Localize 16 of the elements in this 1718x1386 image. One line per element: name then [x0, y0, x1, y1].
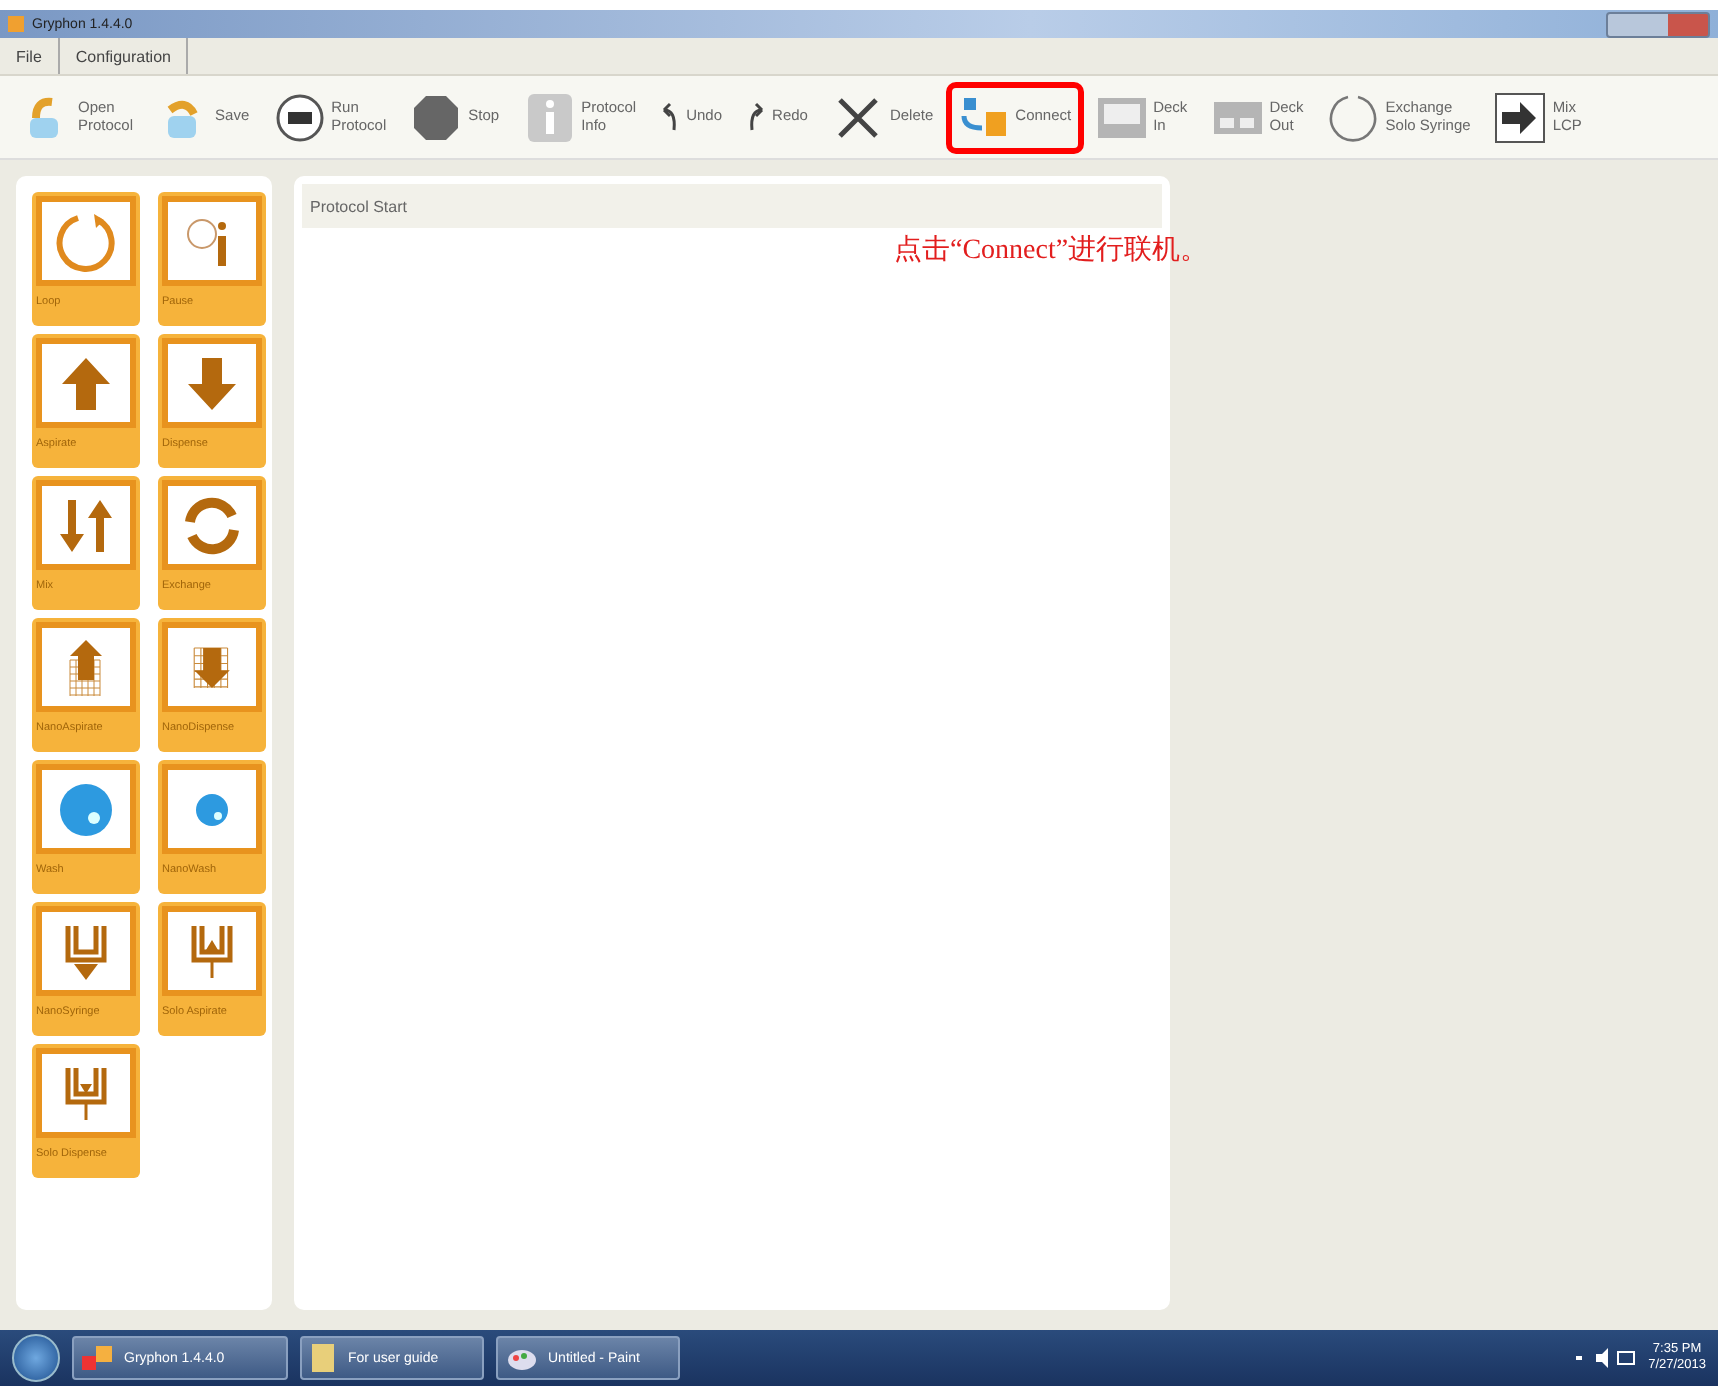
- grid-up-arrow-icon: [66, 637, 106, 697]
- tray-icons: [1576, 1348, 1637, 1368]
- menu-item[interactable]: Configuration: [59, 38, 189, 74]
- start-button[interactable]: [12, 1334, 60, 1382]
- window-controls[interactable]: [1606, 11, 1710, 37]
- stop-icon: [410, 91, 463, 143]
- annotation-text: 点击“Connect”进行联机。: [894, 233, 1209, 268]
- circular-arrow-icon: [54, 209, 118, 273]
- menu-item[interactable]: File: [0, 38, 60, 74]
- app-icon: [8, 16, 24, 32]
- protocol-start-row[interactable]: Protocol Start: [302, 184, 1162, 228]
- info-icon: [523, 91, 576, 143]
- exchange-arrows-icon: [180, 493, 244, 557]
- folder-icon: [310, 1342, 338, 1374]
- app-icon: [82, 1344, 114, 1372]
- go-icon: [273, 91, 326, 143]
